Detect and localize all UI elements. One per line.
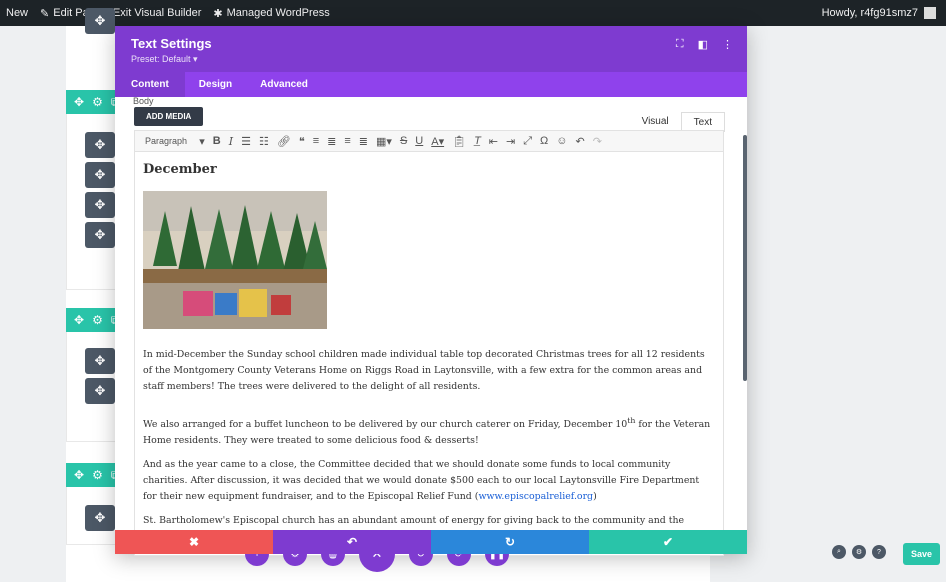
discard-button[interactable]: ✖ bbox=[115, 530, 273, 554]
paragraph-3-tail: ) bbox=[593, 491, 597, 503]
sidebar-icon[interactable]: ◧ bbox=[698, 38, 708, 51]
module-button[interactable]: ✥ bbox=[85, 348, 115, 374]
body-label: Body bbox=[133, 96, 154, 106]
redo-icon: ↻ bbox=[504, 535, 516, 549]
gear-icon[interactable]: ⚙ bbox=[92, 468, 103, 482]
bold-icon[interactable]: B bbox=[209, 135, 225, 147]
tab-advanced[interactable]: Advanced bbox=[246, 72, 322, 97]
align-left-icon[interactable]: ≡ bbox=[309, 135, 323, 147]
blockquote-icon[interactable]: ❝ bbox=[295, 135, 309, 148]
undo-button[interactable]: ↶ bbox=[273, 530, 431, 554]
module-button[interactable]: ✥ bbox=[85, 162, 115, 188]
redo-icon[interactable]: ↷ bbox=[589, 135, 606, 148]
apply-button[interactable]: ✔ bbox=[589, 530, 747, 554]
module-button[interactable]: ✥ bbox=[85, 222, 115, 248]
bullet-list-icon[interactable]: ☰ bbox=[237, 135, 255, 148]
move-icon[interactable]: ✥ bbox=[74, 313, 84, 327]
module-button[interactable]: ✥ bbox=[85, 132, 115, 158]
modal-tabs: Content Design Advanced bbox=[115, 72, 747, 97]
align-right-icon[interactable]: ≡ bbox=[340, 135, 354, 147]
paragraph-3-text: And as the year came to a close, the Com… bbox=[143, 459, 700, 503]
christmas-trees-photo[interactable] bbox=[143, 191, 327, 329]
tab-text[interactable]: Text bbox=[680, 112, 725, 132]
editor-scrollbar[interactable] bbox=[743, 135, 747, 381]
special-char-icon[interactable]: Ω bbox=[536, 135, 552, 147]
check-icon: ✔ bbox=[662, 535, 674, 549]
editor-mode-tabs: Visual Text bbox=[630, 112, 725, 132]
undo-icon: ↶ bbox=[346, 535, 358, 549]
paragraph-2: We also arranged for a buffet luncheon t… bbox=[143, 413, 715, 449]
photo-illustration bbox=[143, 191, 327, 329]
italic-icon[interactable]: I bbox=[225, 135, 237, 148]
managed-wordpress-link[interactable]: ✱ Managed WordPress bbox=[207, 7, 335, 20]
new-label: New bbox=[6, 7, 29, 19]
paragraph-select[interactable]: Paragraph ▾ bbox=[141, 135, 209, 148]
howdy-user[interactable]: Howdy, r4fg91smz7 bbox=[822, 7, 946, 19]
module-button[interactable]: ✥ bbox=[85, 505, 115, 531]
close-icon: ✖ bbox=[188, 535, 200, 549]
content-heading: December bbox=[143, 162, 217, 177]
move-icon[interactable]: ✥ bbox=[74, 95, 84, 109]
wp-admin-bar: New ✎ Edit Page Exit Visual Builder ✱ Mana… bbox=[0, 0, 946, 26]
align-center-icon[interactable]: ≣ bbox=[323, 135, 340, 148]
move-icon[interactable]: ✥ bbox=[74, 468, 84, 482]
gear-icon[interactable]: ⚙ bbox=[92, 95, 103, 109]
paragraph-1: In mid-December the Sunday school childr… bbox=[143, 349, 705, 392]
paragraph-2-text: We also arranged for a buffet luncheon t… bbox=[143, 419, 628, 431]
table-icon[interactable]: ▦▾ bbox=[372, 135, 396, 148]
emoji-icon[interactable]: ☺ bbox=[552, 135, 571, 147]
more-icon[interactable]: ⋮ bbox=[722, 38, 733, 51]
expand-icon[interactable]: ⛶ bbox=[676, 38, 684, 51]
pencil-icon: ✎ bbox=[40, 7, 50, 20]
editor-toolbar: Paragraph ▾ B I ☰ ☷ 🔗︎ ❝ ≡ ≣ ≡ ≣ ▦▾ S U … bbox=[134, 130, 724, 152]
paragraph-label: Paragraph bbox=[145, 136, 188, 146]
gear-icon[interactable]: ⚙ bbox=[92, 313, 103, 327]
undo-icon[interactable]: ↶ bbox=[572, 135, 589, 148]
module-button[interactable]: ✥ bbox=[85, 378, 115, 404]
tab-visual[interactable]: Visual bbox=[630, 112, 681, 132]
add-media-button[interactable]: ADD MEDIA bbox=[134, 107, 204, 126]
page-controls: ⌕ ⚙ ? bbox=[832, 545, 886, 559]
outdent-icon[interactable]: ⇤ bbox=[485, 135, 502, 148]
fullscreen-icon[interactable]: ⤢ bbox=[519, 135, 536, 148]
save-button[interactable]: Save bbox=[902, 543, 940, 565]
clear-format-icon[interactable]: T̲ bbox=[470, 135, 485, 147]
link-icon[interactable]: 🔗︎ bbox=[273, 135, 295, 148]
preset-select[interactable]: Preset: Default ▾ bbox=[131, 54, 731, 65]
settings-icon[interactable]: ⚙ bbox=[852, 545, 866, 559]
gear-icon: ✱ bbox=[213, 7, 223, 20]
module-button[interactable]: ✥ bbox=[85, 8, 115, 34]
modal-title: Text Settings bbox=[131, 36, 212, 51]
underline-icon[interactable]: U bbox=[411, 135, 427, 147]
justify-icon[interactable]: ≣ bbox=[355, 135, 372, 148]
modal-header: Text Settings Preset: Default ▾ ⛶ ◧ ⋮ bbox=[115, 26, 747, 72]
text-color-icon[interactable]: A▾ bbox=[427, 135, 448, 148]
help-icon[interactable]: ? bbox=[872, 545, 886, 559]
exit-visual-builder-link[interactable]: Exit Visual Builder bbox=[107, 7, 207, 19]
text-settings-modal: Text Settings Preset: Default ▾ ⛶ ◧ ⋮ Co… bbox=[115, 26, 747, 556]
paragraph-3: And as the year came to a close, the Com… bbox=[143, 457, 715, 505]
avatar bbox=[924, 7, 936, 19]
indent-icon[interactable]: ⇥ bbox=[502, 135, 519, 148]
new-link[interactable]: New bbox=[0, 7, 34, 19]
search-icon[interactable]: ⌕ bbox=[832, 545, 846, 559]
modal-action-bar: ✖ ↶ ↻ ✔ bbox=[115, 530, 747, 554]
tab-content[interactable]: Content bbox=[115, 72, 185, 97]
managed-wp-label: Managed WordPress bbox=[226, 7, 330, 19]
modal-header-icons: ⛶ ◧ ⋮ bbox=[676, 38, 733, 51]
module-button[interactable]: ✥ bbox=[85, 192, 115, 218]
paste-icon[interactable]: 📋︎ bbox=[448, 135, 470, 148]
howdy-label: Howdy, r4fg91smz7 bbox=[821, 7, 918, 19]
numbered-list-icon[interactable]: ☷ bbox=[255, 135, 273, 148]
redo-button[interactable]: ↻ bbox=[431, 530, 589, 554]
episcopal-relief-link[interactable]: www.episcopalrelief.org bbox=[478, 491, 593, 502]
tab-design[interactable]: Design bbox=[185, 72, 246, 97]
exit-vb-label: Exit Visual Builder bbox=[112, 7, 202, 19]
editor-content[interactable]: December In mid-December the Sunday scho… bbox=[134, 152, 724, 556]
strikethrough-icon[interactable]: S bbox=[396, 135, 411, 147]
